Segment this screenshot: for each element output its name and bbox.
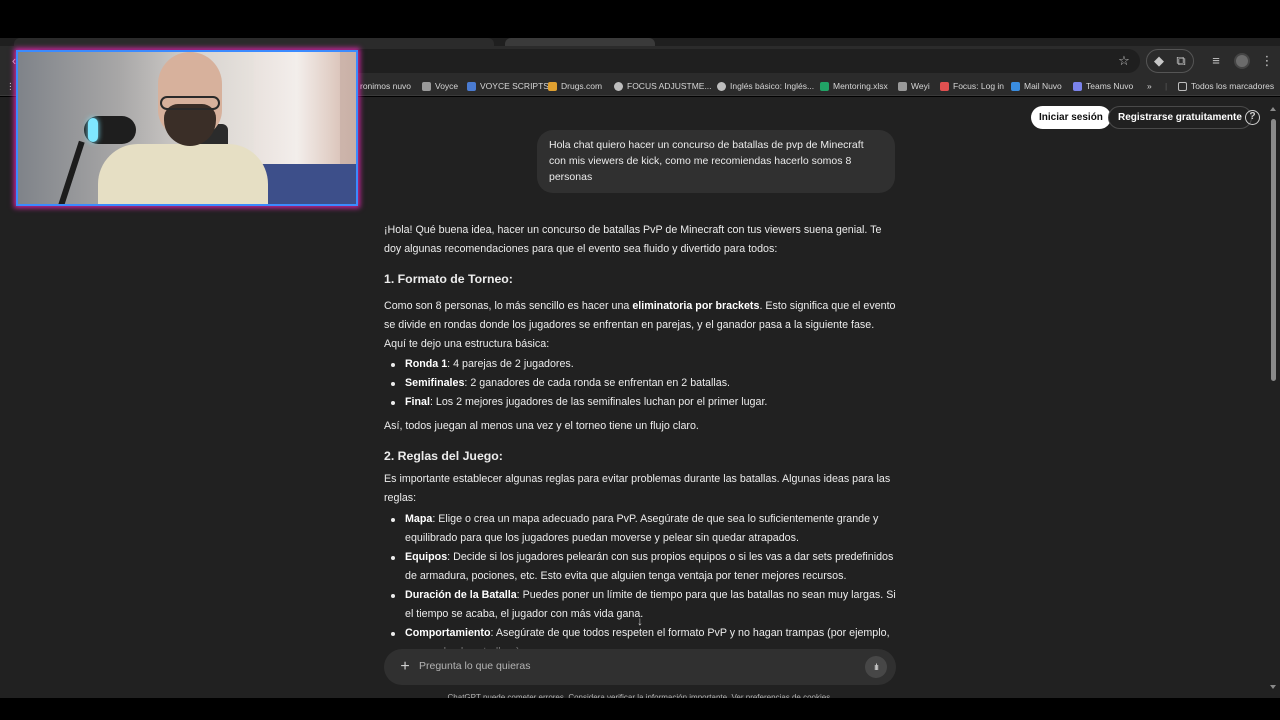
- bookmark-voyce[interactable]: Voyce: [422, 80, 458, 92]
- list-item: Ronda 1: 4 parejas de 2 jugadores.: [384, 355, 896, 374]
- bookmark-label: ronimos nuvo: [360, 81, 412, 91]
- list-text: : 4 parejas de 2 jugadores.: [447, 358, 574, 370]
- scroll-down-arrow-icon[interactable]: [1270, 685, 1276, 689]
- bookmark-mentoring[interactable]: Mentoring.xlsx: [820, 80, 888, 92]
- globe-icon: [614, 81, 623, 91]
- plus-icon[interactable]: +: [396, 658, 414, 676]
- list-item: Semifinales: 2 ganadores de cada ronda s…: [384, 374, 896, 393]
- bookmark-focus-login[interactable]: Focus: Log in: [940, 80, 1004, 92]
- bookmark-label: FOCUS ADJUSTME...: [627, 81, 712, 91]
- bookmark-star-icon[interactable]: ☆: [1114, 51, 1134, 71]
- excel-icon: [820, 81, 829, 91]
- section-heading: 2. Reglas del Juego:: [384, 449, 503, 463]
- list-term: Semifinales: [405, 377, 465, 389]
- bookmark-label: Mentoring.xlsx: [833, 81, 888, 91]
- list-item: Final: Los 2 mejores jugadores de las se…: [384, 393, 896, 412]
- webcam-overlay: [16, 50, 358, 206]
- profile-avatar[interactable]: [1234, 53, 1250, 69]
- list-text: : 2 ganadores de cada ronda se enfrentan…: [464, 377, 731, 389]
- pill-icon: [548, 81, 557, 91]
- tab-strip: [0, 38, 1280, 46]
- browser-tab[interactable]: [14, 38, 494, 46]
- menu-kebab-icon[interactable]: ⋮: [1257, 51, 1277, 71]
- chevron-double-right-icon[interactable]: »: [1147, 80, 1152, 92]
- bookmark-label: VOYCE SCRIPTS: [480, 81, 549, 91]
- bookmark-weyi[interactable]: Weyi: [898, 80, 930, 92]
- page-icon: [898, 81, 907, 91]
- extension-icon[interactable]: ◆: [1149, 51, 1169, 71]
- video-letterbox-top: [0, 0, 1280, 38]
- apps-icon[interactable]: ⋮: [6, 80, 15, 92]
- webcam-person-shirt: [98, 144, 268, 204]
- webcam-person-glasses: [160, 96, 220, 110]
- bookmark-mail-nuvo[interactable]: Mail Nuvo: [1011, 80, 1062, 92]
- puzzle-icon[interactable]: ⧉: [1171, 51, 1191, 71]
- answer-paragraph: Así, todos juegan al menos una vez y el …: [384, 420, 699, 432]
- list-text: : Los 2 mejores jugadores de las semifin…: [429, 396, 768, 408]
- bookmark-ingles[interactable]: Inglés básico: Inglés...: [717, 80, 814, 92]
- bookmark-label: Focus: Log in: [953, 81, 1005, 91]
- bookmark-label: Drugs.com: [561, 81, 603, 91]
- list-item: Equipos: Decide si los jugadores peleará…: [384, 548, 896, 586]
- scrollbar[interactable]: [1269, 103, 1277, 693]
- help-icon[interactable]: ?: [1245, 110, 1260, 125]
- bookmark-label: Mail Nuvo: [1024, 81, 1062, 91]
- bookmark-drugs[interactable]: Drugs.com: [548, 80, 602, 92]
- bold-text: eliminatoria por brackets: [632, 300, 760, 312]
- doc-icon: [467, 81, 476, 91]
- assistant-message: ¡Hola! Qué buena idea, hacer un concurso…: [384, 221, 896, 662]
- list-term: Ronda 1: [405, 358, 448, 370]
- teams-icon: [1073, 81, 1082, 91]
- focus-icon: [940, 81, 949, 91]
- bookmark-teams-nuvo[interactable]: Teams Nuvo: [1073, 80, 1133, 92]
- list-text: : Decide si los jugadores pelearán con s…: [405, 551, 894, 582]
- login-button[interactable]: Iniciar sesión: [1031, 106, 1111, 129]
- prompt-input[interactable]: Pregunta lo que quieras: [419, 660, 531, 672]
- page-icon: [422, 81, 431, 91]
- bookmark-label: Inglés básico: Inglés...: [730, 81, 815, 91]
- section-heading: 1. Formato de Torneo:: [384, 272, 513, 286]
- answer-intro: ¡Hola! Qué buena idea, hacer un concurso…: [384, 224, 882, 255]
- bookmark-focus-adjustme[interactable]: FOCUS ADJUSTME...: [614, 80, 712, 92]
- list-term: Mapa: [405, 513, 433, 525]
- list-item: Mapa: Elige o crea un mapa adecuado para…: [384, 510, 896, 548]
- scroll-to-bottom-arrow-icon[interactable]: ↓: [632, 613, 648, 629]
- video-letterbox-bottom: [0, 698, 1280, 720]
- mail-icon: [1011, 81, 1020, 91]
- bookmark-label: Weyi: [911, 81, 930, 91]
- user-message: Hola chat quiero hacer un concurso de ba…: [537, 130, 895, 193]
- scroll-up-arrow-icon[interactable]: [1270, 107, 1276, 111]
- browser-tab-active[interactable]: [505, 38, 655, 46]
- prompt-composer[interactable]: + Pregunta lo que quieras ılı: [384, 649, 896, 685]
- media-control-icon[interactable]: ≡: [1206, 51, 1226, 71]
- list-term: Final: [405, 396, 430, 408]
- list-term: Equipos: [405, 551, 448, 563]
- bookmarks-divider: |: [1165, 81, 1168, 91]
- bookmark-ronimos[interactable]: ronimos nuvo: [360, 80, 411, 92]
- voice-mode-icon[interactable]: ılı: [865, 656, 887, 678]
- bookmark-label: Teams Nuvo: [1086, 81, 1134, 91]
- scrollbar-thumb[interactable]: [1271, 119, 1276, 381]
- disclaimer-text: ChatGPT puede cometer errores. Considera…: [447, 693, 833, 698]
- all-bookmarks-folder[interactable]: Todos los marcadores: [1178, 80, 1274, 92]
- answer-paragraph: Es importante establecer algunas reglas …: [384, 473, 891, 504]
- microphone-light: [88, 118, 98, 142]
- all-bookmarks-label: Todos los marcadores: [1191, 81, 1275, 91]
- list-text: : Elige o crea un mapa adecuado para PvP…: [405, 513, 879, 544]
- format-list: Ronda 1: 4 parejas de 2 jugadores. Semif…: [384, 355, 896, 412]
- answer-paragraph: Como son 8 personas, lo más sencillo es …: [384, 297, 896, 354]
- bookmark-label: Voyce: [435, 81, 459, 91]
- text-run: Como son 8 personas, lo más sencillo es …: [384, 300, 633, 312]
- list-term: Duración de la Batalla: [405, 589, 517, 601]
- folder-icon: [1178, 81, 1187, 91]
- globe-icon: [717, 81, 726, 91]
- extensions-group: ◆ ⧉: [1146, 49, 1194, 73]
- bookmark-voyce-scripts[interactable]: VOYCE SCRIPTS: [467, 80, 549, 92]
- signup-button[interactable]: Registrarse gratuitamente: [1108, 106, 1252, 129]
